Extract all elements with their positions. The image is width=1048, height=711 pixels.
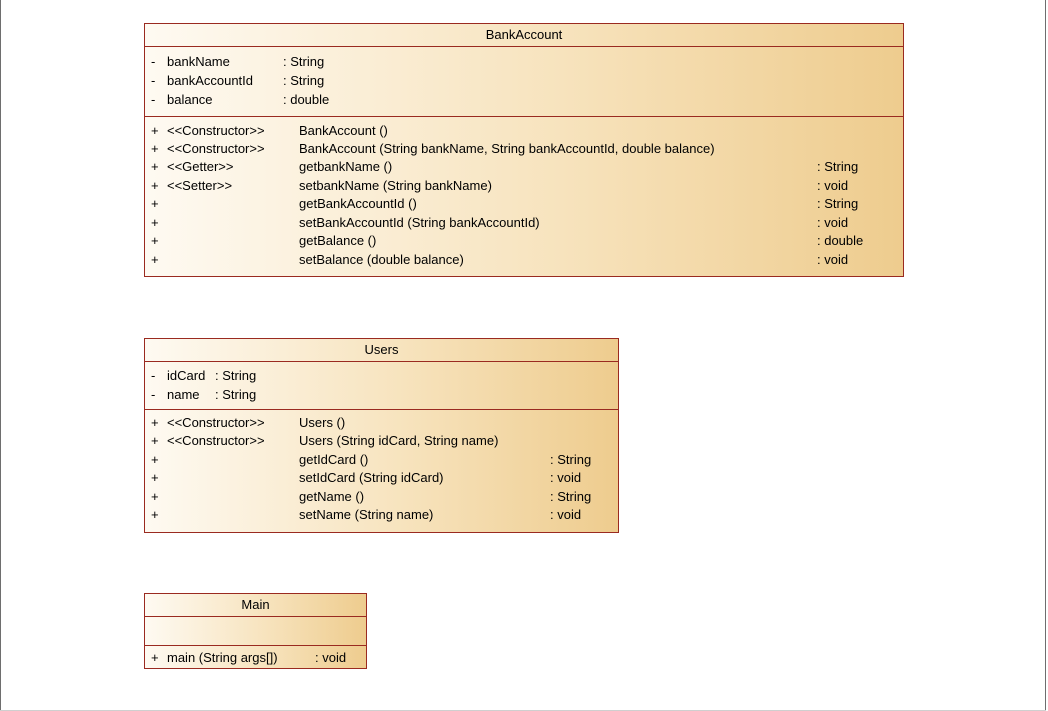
attribute-name: balance: [167, 92, 213, 107]
return-type: : String: [550, 452, 592, 467]
return-type: : String: [817, 196, 859, 211]
return-type: : String: [817, 159, 859, 174]
operation-signature: getBankAccountId (): [299, 196, 417, 211]
attributes-compartment: - bankName : String - bankAccountId : St…: [145, 47, 903, 117]
return-type: : void: [817, 215, 849, 230]
operation-signature: setbankName (String bankName): [299, 178, 492, 193]
attribute-name: bankName: [167, 54, 230, 69]
operation-signature: BankAccount (String bankName, String ban…: [299, 141, 715, 156]
operation-signature: setIdCard (String idCard): [299, 470, 444, 485]
canvas-border-right: [1045, 0, 1046, 711]
canvas-border-left: [0, 0, 1, 711]
operations-compartment: + <<Constructor>> BankAccount () + <<Con…: [145, 117, 903, 277]
visibility-marker: +: [151, 507, 159, 522]
stereotype-label: <<Setter>>: [167, 178, 233, 193]
visibility-marker: +: [151, 452, 159, 467]
return-type: : void: [550, 507, 582, 522]
class-name: BankAccount: [145, 24, 903, 47]
operation-signature: main (String args[]): [167, 650, 278, 665]
operation-signature: getBalance (): [299, 233, 377, 248]
attribute-type: : String: [215, 387, 257, 402]
stereotype-label: <<Getter>>: [167, 159, 234, 174]
operation-signature: Users (): [299, 415, 346, 430]
stereotype-label: <<Constructor>>: [167, 415, 265, 430]
visibility-marker: +: [151, 433, 159, 448]
visibility-marker: -: [151, 54, 156, 69]
attribute-type: : double: [283, 92, 330, 107]
class-main[interactable]: Main + main (String args[]) : void: [144, 593, 367, 669]
return-type: : String: [550, 489, 592, 504]
operation-signature: getName (): [299, 489, 365, 504]
visibility-marker: -: [151, 73, 156, 88]
operation-signature: getbankName (): [299, 159, 393, 174]
visibility-marker: +: [151, 489, 159, 504]
operations-compartment: + main (String args[]) : void: [145, 646, 366, 669]
return-type: : void: [817, 252, 849, 267]
operation-signature: Users (String idCard, String name): [299, 433, 499, 448]
visibility-marker: -: [151, 387, 156, 402]
visibility-marker: -: [151, 92, 156, 107]
visibility-marker: +: [151, 252, 159, 267]
attributes-compartment: - idCard : String - name : String: [145, 362, 618, 410]
stereotype-label: <<Constructor>>: [167, 433, 265, 448]
class-users[interactable]: Users - idCard : String - name : String …: [144, 338, 619, 533]
visibility-marker: +: [151, 141, 159, 156]
stereotype-label: <<Constructor>>: [167, 141, 265, 156]
visibility-marker: +: [151, 123, 159, 138]
attribute-type: : String: [283, 73, 325, 88]
stereotype-label: <<Constructor>>: [167, 123, 265, 138]
operation-signature: setBankAccountId (String bankAccountId): [299, 215, 540, 230]
visibility-marker: +: [151, 159, 159, 174]
visibility-marker: +: [151, 470, 159, 485]
return-type: : void: [315, 650, 347, 665]
return-type: : void: [817, 178, 849, 193]
class-name: Main: [145, 594, 366, 617]
visibility-marker: +: [151, 196, 159, 211]
class-bankaccount[interactable]: BankAccount - bankName : String - bankAc…: [144, 23, 904, 277]
operation-signature: setName (String name): [299, 507, 434, 522]
attribute-name: bankAccountId: [167, 73, 254, 88]
visibility-marker: +: [151, 233, 159, 248]
return-type: : void: [550, 470, 582, 485]
visibility-marker: -: [151, 368, 156, 383]
return-type: : double: [817, 233, 864, 248]
attribute-type: : String: [283, 54, 325, 69]
attribute-type: : String: [215, 368, 257, 383]
attribute-name: idCard: [167, 368, 206, 383]
visibility-marker: +: [151, 650, 159, 665]
attribute-name: name: [167, 387, 200, 402]
operation-signature: getIdCard (): [299, 452, 369, 467]
operations-compartment: + <<Constructor>> Users () + <<Construct…: [145, 410, 618, 532]
operation-signature: BankAccount (): [299, 123, 388, 138]
visibility-marker: +: [151, 215, 159, 230]
class-name: Users: [145, 339, 618, 362]
operation-signature: setBalance (double balance): [299, 252, 464, 267]
visibility-marker: +: [151, 178, 159, 193]
visibility-marker: +: [151, 415, 159, 430]
attributes-compartment: [145, 617, 366, 646]
